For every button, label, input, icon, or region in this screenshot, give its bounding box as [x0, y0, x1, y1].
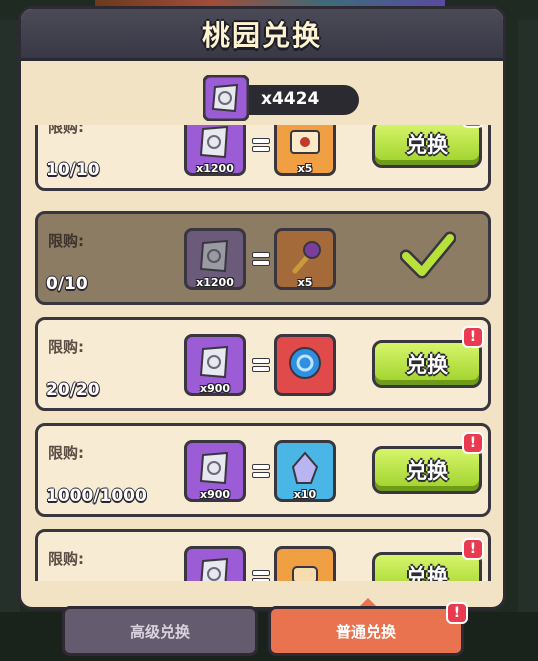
tab-normal-exchange[interactable]: 普通兑换: [268, 606, 464, 656]
limit-label: 限购:: [48, 444, 84, 462]
equals-icon: [252, 570, 270, 581]
exchange-panel: 桃园兑换 x4424 限购: 10/10 x1200 x5 兑换 限购: 0/1…: [18, 6, 506, 610]
exchange-button[interactable]: 兑换: [372, 125, 482, 168]
tab-advanced-exchange[interactable]: 高级兑换: [62, 606, 258, 656]
alert-badge: !: [446, 602, 468, 624]
scroll-token-icon: [199, 345, 229, 379]
title-bar: 桃园兑换: [21, 9, 503, 61]
scroll-token-icon: [202, 74, 250, 122]
limit-count: 20/20: [46, 380, 100, 400]
background-right: [518, 20, 538, 620]
equals-icon: [252, 252, 270, 266]
scroll-token-icon: [199, 451, 229, 485]
tab-label: 普通兑换: [335, 622, 396, 641]
limit-label: 限购:: [48, 550, 84, 568]
cost-item-slot: x1200: [184, 228, 246, 290]
reward-qty: x5: [297, 276, 313, 289]
blue-orb-icon: [289, 347, 321, 379]
exchange-row: 限购: 兑换 !: [35, 529, 491, 581]
exchange-row: 限购: 1000/1000 x900 x10 兑换 !: [35, 423, 491, 517]
limit-label: 限购:: [48, 232, 84, 250]
tab-label: 高级兑换: [129, 622, 190, 641]
exchange-button-label: 兑换: [406, 353, 448, 377]
cost-qty: x1200: [196, 162, 234, 175]
reward-item-slot: [274, 334, 336, 396]
reward-item-slot: [274, 546, 336, 581]
cost-qty: x900: [199, 382, 231, 395]
currency-display: x4424: [202, 74, 359, 122]
reward-item-slot: x5: [274, 228, 336, 290]
alert-badge: !: [462, 538, 484, 560]
scroll-token-icon: [199, 239, 229, 273]
alert-badge: !: [462, 326, 484, 348]
envelope-icon: [290, 130, 320, 154]
exchange-list[interactable]: 限购: 10/10 x1200 x5 兑换 ! 限购: 0/10 x1200: [35, 125, 491, 581]
checkmark-icon: [399, 230, 457, 284]
reward-qty: x5: [297, 162, 313, 175]
cost-qty: x900: [199, 488, 231, 501]
alert-badge: !: [462, 432, 484, 454]
exchange-row: 限购: 10/10 x1200 x5 兑换 !: [35, 125, 491, 191]
crystal-icon: [291, 451, 319, 484]
exchange-button-label: 兑换: [406, 133, 448, 157]
cost-qty: x1200: [196, 276, 234, 289]
scroll-roll-icon: [292, 566, 318, 581]
currency-amount: x4424: [261, 89, 320, 109]
scroll-token-icon: [200, 557, 229, 581]
reward-qty: x10: [293, 488, 317, 501]
background-left: [0, 20, 20, 620]
cost-item-slot: x900: [184, 440, 246, 502]
cost-item-slot: x900: [184, 334, 246, 396]
exchange-row: 限购: 20/20 x900 兑换 !: [35, 317, 491, 411]
equals-icon: [252, 464, 270, 478]
limit-count: 1000/1000: [46, 486, 147, 506]
panel-title: 桃园兑换: [201, 18, 322, 52]
reward-item-slot: x10: [274, 440, 336, 502]
flower-key-icon: [292, 241, 321, 274]
exchange-button-label: 兑换: [406, 565, 448, 581]
limit-label: 限购:: [48, 125, 84, 136]
cost-item-slot: [184, 546, 246, 581]
equals-icon: [252, 138, 270, 152]
cost-item-slot: x1200: [184, 125, 246, 176]
equals-icon: [252, 358, 270, 372]
exchange-row-completed: 限购: 0/10 x1200 x5: [35, 211, 491, 305]
limit-count: 0/10: [46, 274, 88, 294]
limit-count: 10/10: [46, 160, 100, 180]
scroll-token-icon: [199, 125, 229, 159]
limit-label: 限购:: [48, 338, 84, 356]
exchange-button-label: 兑换: [406, 459, 448, 483]
reward-item-slot: x5: [274, 125, 336, 176]
